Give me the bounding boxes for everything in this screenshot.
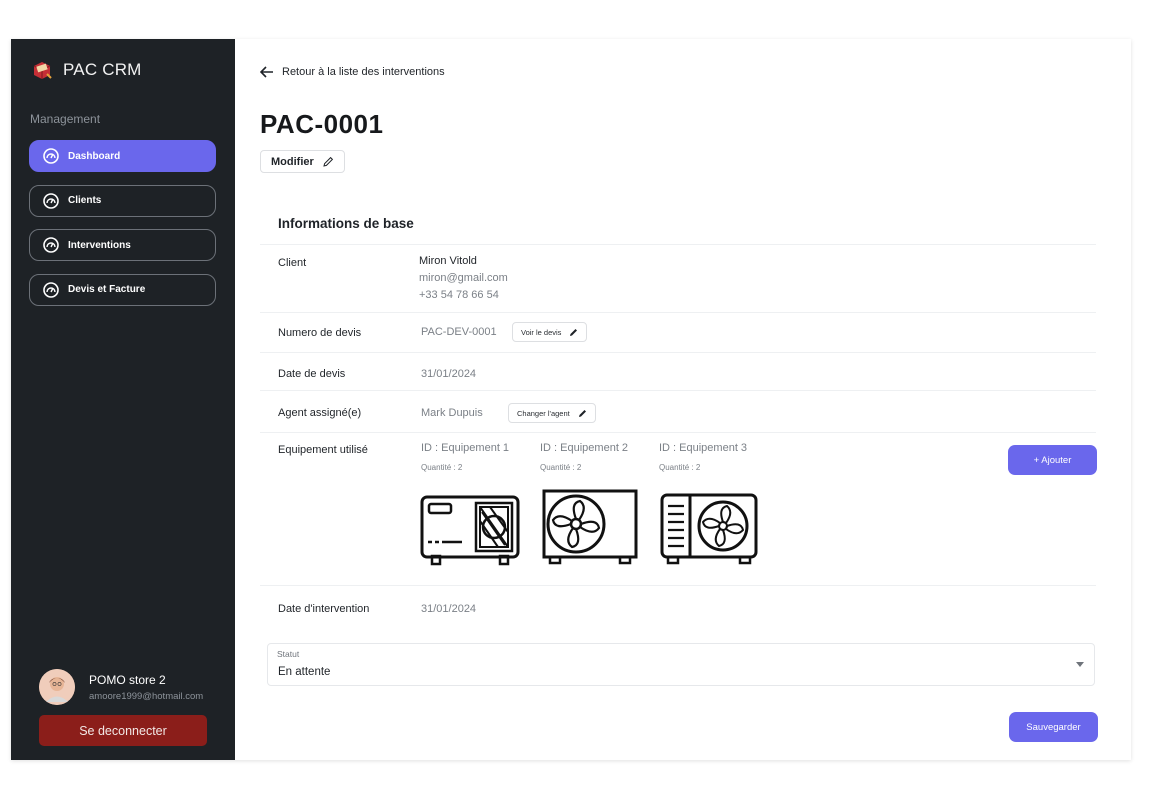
divider	[260, 585, 1096, 586]
quote-number-value: PAC-DEV-0001	[421, 326, 497, 338]
equipment-qty: Quantité : 2	[540, 463, 582, 472]
divider	[260, 244, 1096, 245]
sidebar-item-devis-facture[interactable]: Devis et Facture	[29, 273, 216, 306]
app-window: PAC CRM Management Dashboard Clients Int…	[11, 39, 1131, 760]
agent-label: Agent assigné(e)	[278, 407, 362, 419]
client-label: Client	[278, 257, 307, 269]
sidebar-item-label: Clients	[68, 195, 102, 206]
equipment-name: ID : Equipement 1	[421, 442, 510, 454]
view-quote-button[interactable]: Voir le devis	[512, 322, 588, 342]
intervention-date-label: Date d'intervention	[278, 603, 370, 615]
sidebar-item-dashboard[interactable]: Dashboard	[29, 140, 216, 172]
equipment-qty: Quantité : 2	[659, 463, 701, 472]
page-title: PAC-0001	[260, 109, 384, 139]
divider	[260, 312, 1096, 313]
save-button[interactable]: Sauvegarder	[1009, 712, 1098, 742]
sidebar: PAC CRM Management Dashboard Clients Int…	[11, 39, 235, 760]
pencil-icon	[578, 409, 586, 417]
status-label: Statut	[277, 649, 300, 659]
intervention-date-value: 31/01/2024	[421, 603, 477, 615]
sidebar-item-interventions[interactable]: Interventions	[29, 229, 216, 261]
edit-button-label: Modifier	[271, 155, 314, 168]
sidebar-section-label: Management	[30, 112, 101, 126]
equipment-item[interactable]: ID : Equipement 1 Quantité : 2	[421, 442, 509, 472]
pencil-icon	[323, 156, 333, 167]
sidebar-item-label: Interventions	[68, 239, 131, 251]
sidebar-item-label: Devis et Facture	[68, 284, 146, 295]
change-agent-button[interactable]: Changer l'agent	[508, 403, 596, 423]
divider	[260, 432, 1096, 433]
section-title: Informations de base	[278, 216, 414, 231]
client-email: miron@gmail.com	[419, 272, 508, 284]
quote-date-value: 31/01/2024	[421, 368, 477, 380]
crm-logo-icon	[33, 62, 52, 79]
back-link-label: Retour à la liste des interventions	[282, 66, 445, 78]
change-agent-label: Changer l'agent	[517, 408, 570, 418]
ac-outdoor-unit-icon	[660, 493, 758, 565]
equipment-name: ID : Equipement 3	[659, 442, 748, 454]
equipment-name: ID : Equipement 2	[540, 442, 629, 454]
divider	[260, 352, 1096, 353]
dashboard-gauge-icon	[43, 237, 59, 253]
user-email: amoore1999@hotmail.com	[89, 690, 204, 702]
equipment-qty: Quantité : 2	[421, 463, 463, 472]
logout-button[interactable]: Se deconnecter	[39, 715, 207, 746]
chevron-down-icon	[1076, 662, 1084, 667]
dashboard-gauge-icon	[43, 281, 59, 298]
equipment-label: Equipement utilisé	[278, 444, 368, 456]
pencil-icon	[570, 328, 578, 336]
edit-button[interactable]: Modifier	[260, 150, 345, 173]
brand[interactable]: PAC CRM	[31, 59, 142, 81]
status-value: En attente	[278, 666, 331, 678]
view-quote-label: Voir le devis	[521, 327, 562, 337]
quote-date-label: Date de devis	[278, 368, 346, 380]
status-select[interactable]: Statut En attente	[267, 643, 1095, 686]
app-name: PAC CRM	[63, 60, 142, 79]
sidebar-item-label: Dashboard	[68, 150, 121, 162]
equipment-item[interactable]: ID : Equipement 3 Quantité : 2	[659, 442, 747, 472]
dashboard-gauge-icon	[43, 148, 59, 164]
heat-pump-outdoor-unit-icon	[420, 495, 520, 566]
client-phone: +33 54 78 66 54	[419, 289, 499, 301]
user-profile[interactable]: POMO store 2 amoore1999@hotmail.com	[39, 669, 203, 705]
divider	[260, 390, 1096, 391]
arrow-left-icon	[260, 66, 273, 78]
add-equipment-button[interactable]: + Ajouter	[1008, 445, 1097, 475]
sidebar-nav: Dashboard Clients Interventions Devis et…	[29, 140, 216, 318]
dashboard-gauge-icon	[43, 192, 59, 209]
client-name: Miron Vitold	[419, 255, 477, 267]
main-content: Retour à la liste des interventions PAC-…	[235, 39, 1131, 760]
user-name: POMO store 2	[89, 672, 166, 687]
sidebar-item-clients[interactable]: Clients	[29, 184, 216, 217]
equipment-item[interactable]: ID : Equipement 2 Quantité : 2	[540, 442, 628, 472]
user-info: POMO store 2 amoore1999@hotmail.com	[89, 673, 203, 702]
avatar	[39, 669, 75, 705]
back-link[interactable]: Retour à la liste des interventions	[260, 66, 445, 78]
fan-unit-icon	[542, 489, 638, 565]
agent-value: Mark Dupuis	[421, 407, 483, 419]
quote-number-label: Numero de devis	[278, 327, 362, 339]
